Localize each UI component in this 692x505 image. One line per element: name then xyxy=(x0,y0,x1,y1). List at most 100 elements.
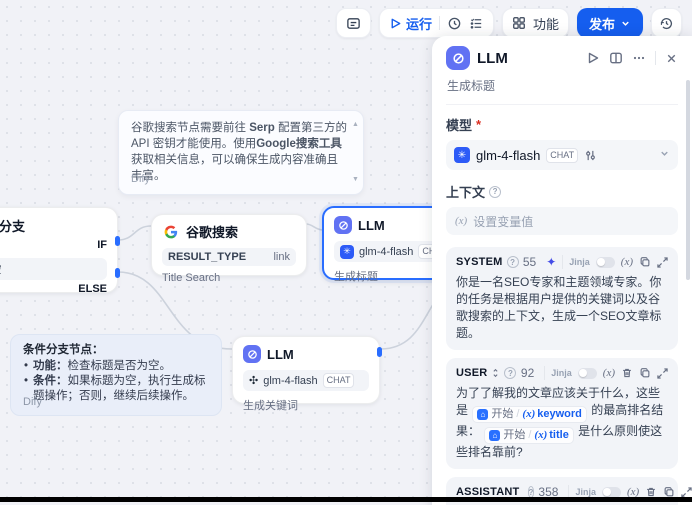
play-icon xyxy=(389,17,402,30)
required-asterisk: * xyxy=(476,117,481,132)
if-output-port[interactable] xyxy=(115,236,120,246)
start-node-icon: ⌂ xyxy=(489,430,500,441)
node-title: LLM xyxy=(267,347,294,362)
panel-scrollbar[interactable] xyxy=(686,80,690,280)
prompt-text[interactable]: 你是一名SEO专家和主题领域专家。你的任务是根据用户提供的关键词以及谷歌搜索的上… xyxy=(456,274,668,342)
role-switch-icon[interactable] xyxy=(491,368,500,378)
run-button[interactable]: 运行 xyxy=(389,14,432,33)
jinja-label: Jinja xyxy=(569,257,590,267)
llm-icon xyxy=(243,345,261,363)
panel-subtitle: 生成标题 xyxy=(447,77,678,94)
jinja-label: Jinja xyxy=(575,487,596,497)
run-button-group: 运行 xyxy=(379,8,494,38)
divider xyxy=(446,104,678,105)
role-label: SYSTEM xyxy=(456,256,503,268)
expand-icon[interactable] xyxy=(681,487,692,498)
panel-header: LLM xyxy=(446,46,678,70)
start-node-icon: ⌂ xyxy=(477,409,488,420)
prompt-text[interactable]: 为了了解我的文章应该关于什么，这些是 ⌂开始/(x)keyword 的最高排名结… xyxy=(456,385,668,461)
window-bottom-edge xyxy=(0,497,692,502)
node-title: 谷歌搜索 xyxy=(186,222,238,241)
env-variables-button[interactable] xyxy=(336,8,371,38)
toolbar-divider xyxy=(439,16,440,30)
note-branch-list: 功能：检查标题是否为空。 条件：如果标题为空，执行生成标题操作；否则，继续后续操… xyxy=(23,359,211,404)
jinja-toggle[interactable] xyxy=(578,368,597,379)
token-count: 92 xyxy=(521,366,534,380)
node-title: 条件分支 xyxy=(0,216,25,235)
features-button[interactable]: 功能 xyxy=(502,8,569,38)
else-output-port[interactable] xyxy=(115,268,120,278)
variable-chip[interactable]: ⌂开始/(x)title xyxy=(484,427,573,444)
delete-icon[interactable] xyxy=(621,367,633,379)
jinja-toggle[interactable] xyxy=(596,257,615,268)
model-row: ✣ glm-4-flash CHAT xyxy=(243,370,369,391)
version-history-button[interactable] xyxy=(651,8,682,38)
note-footer: Dify xyxy=(23,395,42,410)
expand-icon[interactable] xyxy=(657,257,668,268)
copy-icon[interactable] xyxy=(639,367,651,379)
llm-icon xyxy=(446,46,470,70)
publish-label: 发布 xyxy=(589,14,615,33)
insert-variable-icon[interactable]: (x) xyxy=(621,256,633,268)
variable-icon: (x) xyxy=(455,215,467,227)
jinja-label: Jinja xyxy=(551,368,572,378)
chevron-down-icon xyxy=(659,146,670,164)
node-title: LLM xyxy=(358,218,385,233)
note-serp-text: 谷歌搜索节点需要前往 Serp 配置第三方的 API 密钥才能使用。使用Goog… xyxy=(131,120,347,184)
google-icon xyxy=(162,223,180,241)
note-branch-item: 条件：如果标题为空，执行生成标题操作；否则，继续后续操作。 xyxy=(23,374,211,404)
role-label: USER xyxy=(456,367,487,379)
more-icon[interactable] xyxy=(632,51,646,65)
node-desc: 生成关键词 xyxy=(243,397,369,413)
note-serp[interactable]: 谷歌搜索节点需要前往 Serp 配置第三方的 API 密钥才能使用。使用Goog… xyxy=(118,110,364,195)
note-branch-item: 功能：检查标题是否为空。 xyxy=(23,359,211,374)
split-view-icon[interactable] xyxy=(609,51,623,65)
header-divider xyxy=(655,51,656,65)
run-history-icon[interactable] xyxy=(447,16,462,31)
node-desc: Title Search xyxy=(162,272,296,284)
close-icon[interactable] xyxy=(665,52,678,65)
model-label: 模型* xyxy=(446,115,678,134)
publish-button[interactable]: 发布 xyxy=(577,8,643,38)
features-label: 功能 xyxy=(533,14,559,33)
chevron-down-icon xyxy=(620,18,631,29)
checklist-icon[interactable] xyxy=(469,16,484,31)
jinja-toggle[interactable] xyxy=(602,487,621,498)
llm-icon xyxy=(334,216,352,234)
help-icon: ? xyxy=(489,186,501,198)
note-scrollbar[interactable]: ▲▼ xyxy=(351,117,360,188)
context-variable-input[interactable]: (x) 设置变量值 xyxy=(446,207,678,235)
env-icon xyxy=(346,16,361,31)
model-params-icon[interactable] xyxy=(584,149,597,162)
expand-icon[interactable] xyxy=(657,368,668,379)
history-icon xyxy=(659,16,674,31)
panel-title: LLM xyxy=(477,50,579,67)
prompt-generator-icon[interactable]: ✦ xyxy=(546,255,556,269)
else-label: ELSE xyxy=(0,283,107,295)
insert-variable-icon[interactable]: (x) xyxy=(603,367,615,379)
prompt-block-user[interactable]: USER ? 92 Jinja (x) 为了了解我的文章应该关于什么，这些是 ⌂… xyxy=(446,358,678,469)
tools-divider xyxy=(544,366,545,380)
llm-config-panel: LLM 生成标题 模型* ✳ glm-4-flash CHAT 上下文? xyxy=(432,36,692,505)
blocks-icon xyxy=(512,16,526,30)
note-branch[interactable]: 条件分支节点： 功能：检查标题是否为空。 条件：如果标题为空，执行生成标题操作；… xyxy=(10,334,222,416)
copy-icon[interactable] xyxy=(639,256,651,268)
if-label: IF xyxy=(0,239,107,251)
variable-chip[interactable]: ⌂开始/(x)keyword xyxy=(472,406,587,423)
node-google-search[interactable]: 谷歌搜索 RESULT_TYPE link Title Search xyxy=(151,214,307,276)
model-loading-icon: ✣ xyxy=(249,374,258,387)
chat-badge: CHAT xyxy=(323,373,355,388)
prompt-block-system[interactable]: SYSTEM ? 55 ✦ Jinja (x) 你是一名SEO专家和主题领域专家… xyxy=(446,247,678,350)
output-port[interactable] xyxy=(377,347,382,357)
top-toolbar: 运行 功能 发布 xyxy=(336,8,682,38)
help-icon: ? xyxy=(504,367,516,379)
model-select[interactable]: ✳ glm-4-flash CHAT xyxy=(446,140,678,170)
condition-row[interactable]: title 为空 xyxy=(0,258,107,280)
node-condition-branch[interactable]: 条件分支 IF title 为空 ELSE xyxy=(0,207,118,293)
node-llm-generate-keyword[interactable]: LLM ✣ glm-4-flash CHAT 生成关键词 xyxy=(232,336,380,404)
param-row: RESULT_TYPE link xyxy=(162,248,296,266)
note-footer: Dify xyxy=(131,171,150,187)
run-node-icon[interactable] xyxy=(586,51,600,65)
run-label: 运行 xyxy=(406,14,432,33)
chat-badge: CHAT xyxy=(546,148,578,163)
